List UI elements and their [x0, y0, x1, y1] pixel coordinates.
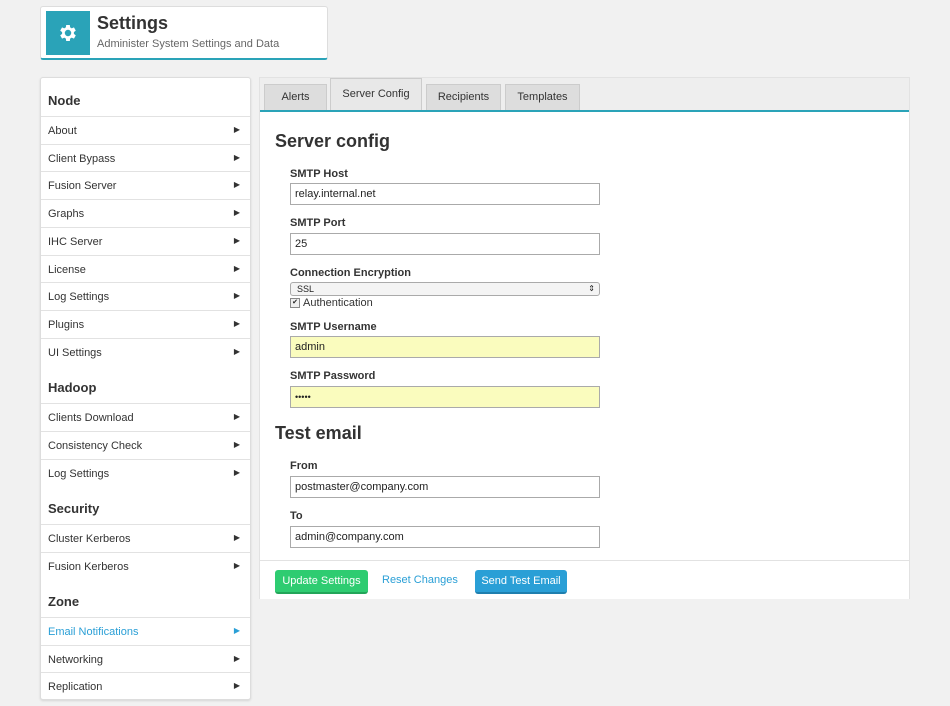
caret-right-icon: ▶ — [233, 412, 240, 421]
sidebar-item-fusion-server[interactable]: Fusion Server ▶ — [41, 171, 250, 198]
smtp-username-input[interactable]: admin — [290, 336, 600, 358]
sidebar: Node About ▶ Client Bypass ▶ Fusion Server… — [40, 77, 251, 700]
page-header: Settings Administer System Settings and … — [40, 6, 328, 60]
tab-recipients[interactable]: Recipients — [426, 84, 501, 110]
sidebar-item-fusion-kerberos[interactable]: Fusion Kerberos ▶ — [41, 552, 250, 579]
sidebar-item-label: Networking — [48, 654, 104, 666]
update-settings-button[interactable]: Update Settings — [275, 570, 368, 594]
caret-right-icon: ▶ — [233, 208, 240, 217]
sidebar-item-cluster-kerberos[interactable]: Cluster Kerberos ▶ — [41, 524, 250, 551]
sidebar-item-clients-download[interactable]: Clients Download ▶ — [41, 403, 250, 430]
sidebar-item-label: Graphs — [48, 208, 85, 220]
sidebar-item-label: Replication — [48, 681, 103, 693]
send-test-email-button[interactable]: Send Test Email — [475, 570, 567, 594]
caret-right-icon: ▶ — [233, 125, 240, 134]
settings-panel: Alerts Server Config Recipients Template… — [259, 77, 910, 599]
sidebar-item-license[interactable]: License ▶ — [41, 255, 250, 282]
server-config-heading: Server config — [275, 131, 391, 151]
tab-alerts[interactable]: Alerts — [264, 84, 327, 110]
smtp-host-label: SMTP Host — [290, 168, 348, 180]
sidebar-item-ihc-server[interactable]: IHC Server ▶ — [41, 227, 250, 254]
from-label: From — [290, 460, 318, 472]
sidebar-item-networking[interactable]: Networking ▶ — [41, 645, 250, 672]
smtp-port-label: SMTP Port — [290, 217, 346, 229]
sidebar-item-label: Log Settings — [48, 291, 110, 303]
sidebar-item-email-notifications[interactable]: Email Notifications ▶ — [41, 617, 250, 644]
caret-right-icon: ▶ — [233, 264, 240, 273]
sidebar-item-label: Fusion Server — [48, 180, 117, 192]
sidebar-section-hadoop: Hadoop — [48, 380, 97, 395]
caret-right-icon: ▶ — [233, 654, 240, 663]
reset-changes-link[interactable]: Reset Changes — [382, 574, 458, 586]
tab-server-config[interactable]: Server Config — [330, 78, 422, 110]
sidebar-section-node: Node — [48, 93, 81, 108]
caret-right-icon: ▶ — [233, 347, 240, 356]
sidebar-item-consistency-check[interactable]: Consistency Check ▶ — [41, 431, 250, 458]
encryption-label: Connection Encryption — [290, 267, 411, 279]
caret-right-icon: ▶ — [233, 319, 240, 328]
sidebar-item-label: Client Bypass — [48, 153, 116, 165]
smtp-host-input[interactable]: relay.internal.net — [290, 183, 600, 205]
page-title: Settings — [97, 13, 169, 33]
authentication-checkbox[interactable]: ✔ — [290, 298, 300, 308]
to-input[interactable]: admin@company.com — [290, 526, 600, 548]
sidebar-item-label: Clients Download — [48, 412, 134, 424]
caret-right-icon: ▶ — [233, 626, 240, 635]
caret-right-icon: ▶ — [233, 236, 240, 245]
sidebar-item-label: Plugins — [48, 319, 85, 331]
from-input[interactable]: postmaster@company.com — [290, 476, 600, 498]
sidebar-item-label: IHC Server — [48, 236, 103, 248]
sidebar-item-replication[interactable]: Replication ▶ — [41, 672, 250, 699]
smtp-password-label: SMTP Password — [290, 370, 376, 382]
smtp-port-input[interactable]: 25 — [290, 233, 600, 255]
caret-right-icon: ▶ — [233, 180, 240, 189]
sidebar-item-hadoop-log-settings[interactable]: Log Settings ▶ — [41, 459, 250, 486]
caret-right-icon: ▶ — [233, 681, 240, 690]
caret-right-icon: ▶ — [233, 468, 240, 477]
caret-right-icon: ▶ — [233, 440, 240, 449]
sidebar-item-graphs[interactable]: Graphs ▶ — [41, 199, 250, 226]
sidebar-item-label: License — [48, 264, 86, 276]
test-email-heading: Test email — [275, 423, 362, 443]
sidebar-item-label: Fusion Kerberos — [48, 561, 129, 573]
page-subtitle: Administer System Settings and Data — [97, 38, 280, 50]
to-label: To — [290, 510, 303, 522]
caret-right-icon: ▶ — [233, 291, 240, 300]
gear-icon — [46, 11, 90, 55]
form-actions: Update Settings Reset Changes Send Test … — [260, 560, 909, 599]
sidebar-section-security: Security — [48, 501, 100, 516]
caret-right-icon: ▶ — [233, 153, 240, 162]
sidebar-item-about[interactable]: About ▶ — [41, 116, 250, 143]
authentication-label: Authentication — [303, 297, 373, 309]
sidebar-item-log-settings[interactable]: Log Settings ▶ — [41, 282, 250, 309]
sidebar-item-label: About — [48, 125, 77, 137]
smtp-password-input[interactable]: ••••• — [290, 386, 600, 408]
sidebar-item-client-bypass[interactable]: Client Bypass ▶ — [41, 144, 250, 171]
smtp-username-label: SMTP Username — [290, 321, 377, 333]
caret-right-icon: ▶ — [233, 533, 240, 542]
encryption-select-value: SSL — [297, 284, 315, 294]
sidebar-item-plugins[interactable]: Plugins ▶ — [41, 310, 250, 337]
sidebar-item-label: Email Notifications — [48, 626, 139, 638]
encryption-select[interactable]: SSL ⇕ — [290, 282, 600, 296]
caret-right-icon: ▶ — [233, 561, 240, 570]
tab-templates[interactable]: Templates — [505, 84, 580, 110]
select-arrows-icon: ⇕ — [588, 284, 595, 293]
sidebar-item-ui-settings[interactable]: UI Settings ▶ — [41, 338, 250, 365]
sidebar-section-zone: Zone — [48, 594, 80, 609]
sidebar-item-label: Consistency Check — [48, 440, 143, 452]
tab-bar: Alerts Server Config Recipients Template… — [260, 78, 909, 112]
sidebar-item-label: Cluster Kerberos — [48, 533, 131, 545]
sidebar-item-label: UI Settings — [48, 347, 102, 359]
sidebar-item-label: Log Settings — [48, 468, 110, 480]
